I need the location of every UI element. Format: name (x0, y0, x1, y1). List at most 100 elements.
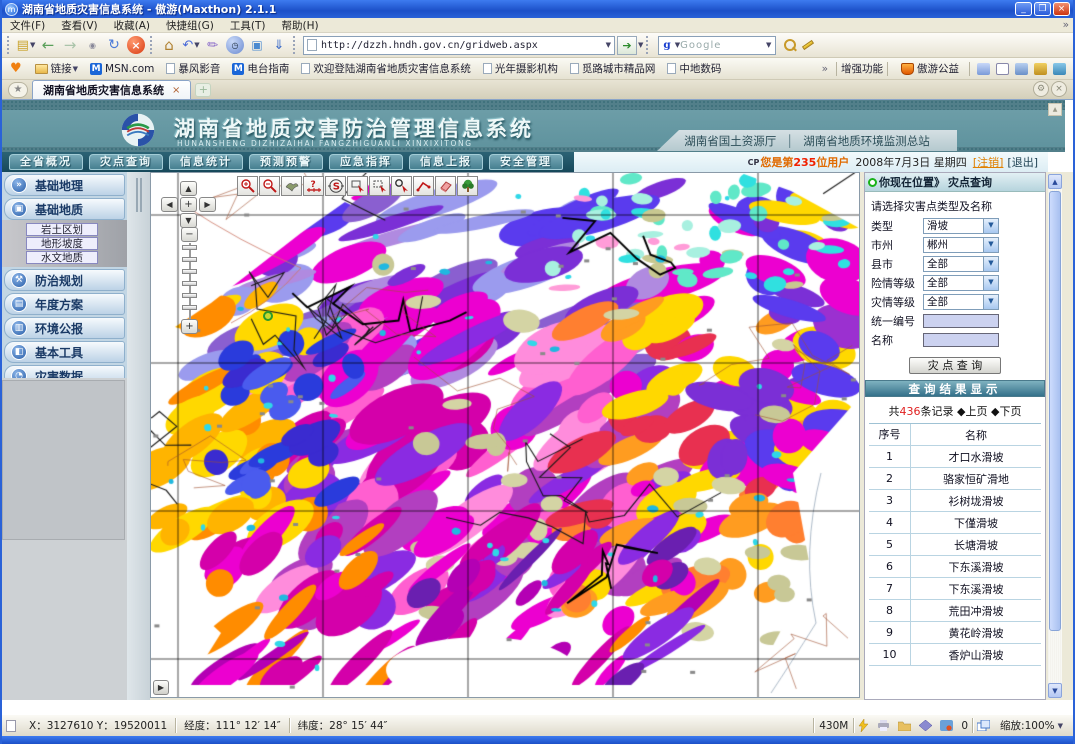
home-button[interactable]: ⌂ (159, 35, 179, 55)
bookmarks-overflow-icon[interactable]: » (822, 63, 828, 75)
printer-icon[interactable] (877, 720, 890, 731)
minimize-button[interactable]: _ (1015, 2, 1032, 16)
nav-tab-disaster-query[interactable]: 灾点查询 (89, 154, 163, 170)
menu-item-groups[interactable]: 快捷组(G) (158, 18, 222, 33)
nav-tab-overview[interactable]: 全省概况 (9, 154, 83, 170)
sidebar-item-base-geology[interactable]: ▣基础地质 (4, 198, 125, 220)
geological-map-canvas[interactable] (151, 173, 859, 697)
eraser-tool[interactable] (435, 176, 456, 196)
pages-icon[interactable] (1015, 63, 1028, 75)
menu-item-favorites[interactable]: 收藏(A) (106, 18, 158, 33)
disaster-level-select[interactable]: 全部▼ (923, 294, 999, 310)
table-row[interactable]: 10香炉山滑坡 (869, 644, 1041, 666)
close-tabs-icon[interactable]: × (1051, 81, 1067, 97)
user-icon[interactable] (977, 63, 990, 75)
maximize-button[interactable]: ❐ (1034, 2, 1051, 16)
paint-icon[interactable] (1034, 63, 1047, 75)
go-button[interactable]: ➔ (617, 36, 637, 55)
scroll-up-icon[interactable]: ▲ (1048, 174, 1062, 189)
submenu-item-hydrogeology[interactable]: 水文地质 (26, 251, 98, 264)
type-select[interactable]: 滑坡▼ (923, 218, 999, 234)
resize-window-icon[interactable] (977, 720, 990, 731)
scroll-down-icon[interactable]: ▼ (1048, 683, 1062, 698)
submenu-item-rock-zoning[interactable]: 岩土区划 (26, 223, 98, 236)
bookmark-item[interactable]: MMSN.com (90, 63, 154, 75)
pan-tool[interactable] (281, 176, 302, 196)
map-area[interactable]: ? S ▲ ◀ + ▶ ▼ − (150, 172, 860, 698)
new-tab-button[interactable]: + (195, 83, 211, 97)
magic-wand-icon[interactable]: ✎ (203, 35, 223, 55)
pan-up-button[interactable]: ▲ (180, 181, 197, 196)
search-box[interactable]: g ▼ Google ▼ (658, 36, 776, 55)
tab-close-icon[interactable]: × (172, 85, 180, 96)
clear-selection-tool[interactable] (369, 176, 390, 196)
links-folder[interactable]: 链接 ▼ (32, 61, 78, 76)
menu-item-help[interactable]: 帮助(H) (273, 18, 326, 33)
header-link-land-resources[interactable]: 湖南省国土资源厅 (684, 133, 776, 149)
chevron-down-icon[interactable]: ▼ (983, 276, 998, 290)
nav-tab-report[interactable]: 信息上报 (409, 154, 483, 170)
table-row[interactable]: 2骆家恒矿滑地 (869, 468, 1041, 490)
select-rect-tool[interactable] (347, 176, 368, 196)
nav-tab-security[interactable]: 安全管理 (489, 154, 563, 170)
zoom-out-tool[interactable] (259, 176, 280, 196)
toolbar-grip[interactable] (646, 36, 651, 54)
menu-item-view[interactable]: 查看(V) (53, 18, 105, 33)
header-link-geo-monitor[interactable]: 湖南省地质环境监测总站 (803, 133, 930, 149)
nav-tab-forecast[interactable]: 预测预警 (249, 154, 323, 170)
city-select[interactable]: 郴州▼ (923, 237, 999, 253)
chevron-down-icon[interactable]: ▼ (983, 238, 998, 252)
pan-left-button[interactable]: ◀ (161, 197, 178, 212)
zoom-slider-handle[interactable] (182, 245, 197, 250)
book-icon[interactable] (919, 720, 932, 731)
exit-link[interactable]: [退出] (1007, 154, 1038, 170)
divider-grip[interactable] (136, 178, 142, 212)
sidebar-collapse-icon[interactable]: ▲ (1048, 103, 1062, 116)
page-scrollbar[interactable]: ▲ ▼ (1048, 174, 1062, 698)
search-dropdown-icon[interactable]: ▼ (766, 41, 771, 49)
table-row[interactable]: 4下僅滑坡 (869, 512, 1041, 534)
logout-link[interactable]: [注销] (973, 154, 1004, 170)
bookmark-item[interactable]: M电台指南 (232, 61, 289, 76)
zoom-plus-button[interactable]: + (181, 319, 198, 334)
favorites-star-button[interactable]: ★ (8, 82, 28, 98)
chevron-down-icon[interactable]: ▼ (983, 295, 998, 309)
submenu-item-terrain-slope[interactable]: 地形坡度 (26, 237, 98, 250)
unified-id-input[interactable] (923, 314, 999, 328)
overview-tree-tool[interactable] (457, 176, 478, 196)
window-icon[interactable] (996, 63, 1009, 75)
sidebar-item-env-bulletin[interactable]: ▥环境公报 (4, 317, 125, 339)
undo-button[interactable]: ↶▼ (181, 35, 201, 55)
bookmark-item[interactable]: 中地数码 (667, 61, 721, 76)
sidebar-item-base-geography[interactable]: »基础地理 (4, 174, 125, 196)
bookmark-item[interactable]: 暴风影音 (166, 61, 220, 76)
url-input[interactable]: http://dzzh.hndh.gov.cn/gridweb.aspx (321, 40, 605, 51)
stop-button[interactable]: × (126, 35, 146, 55)
bookmark-item[interactable]: 欢迎登陆湖南省地质灾害信息系统 (301, 61, 471, 76)
distance-query-tool[interactable]: ? (303, 176, 324, 196)
favorites-heart-icon[interactable]: ♥ (10, 61, 22, 76)
tab-active[interactable]: 湖南省地质灾害信息系统 × (32, 80, 191, 99)
table-row[interactable]: 8荒田冲滑坡 (869, 600, 1041, 622)
folder-icon[interactable] (898, 720, 911, 731)
measure-line-tool[interactable] (413, 176, 434, 196)
wrench-icon[interactable]: ⚙ (1033, 81, 1049, 97)
zoom-minus-button[interactable]: − (181, 227, 198, 242)
highlighter-icon[interactable] (802, 40, 814, 50)
zoom-in-tool[interactable] (237, 176, 258, 196)
address-dropdown-icon[interactable]: ▼ (606, 41, 611, 49)
table-row[interactable]: 5长塘滑坡 (869, 534, 1041, 556)
download-button[interactable]: ⇓ (269, 35, 289, 55)
toolbar-grip[interactable] (7, 36, 12, 54)
sidebar-item-basic-tools[interactable]: ◧基本工具 (4, 341, 125, 363)
prev-page-link[interactable]: ◆上页 (957, 405, 987, 418)
chevron-down-icon[interactable]: ▼ (983, 257, 998, 271)
address-bar[interactable]: http://dzzh.hndh.gov.cn/gridweb.aspx ▼ (303, 36, 615, 55)
maxthon-charity-button[interactable]: 傲游公益 (898, 61, 959, 76)
bookmark-item[interactable]: 觅路城市精品网 (570, 61, 656, 76)
menu-overflow-icon[interactable]: » (1059, 19, 1073, 31)
sidebar-item-annual-plan[interactable]: ▤年度方案 (4, 293, 125, 315)
sidebar-item-prevention-plan[interactable]: ⚒防治规划 (4, 269, 125, 291)
scrollbar-thumb[interactable] (1049, 191, 1061, 631)
risk-level-select[interactable]: 全部▼ (923, 275, 999, 291)
